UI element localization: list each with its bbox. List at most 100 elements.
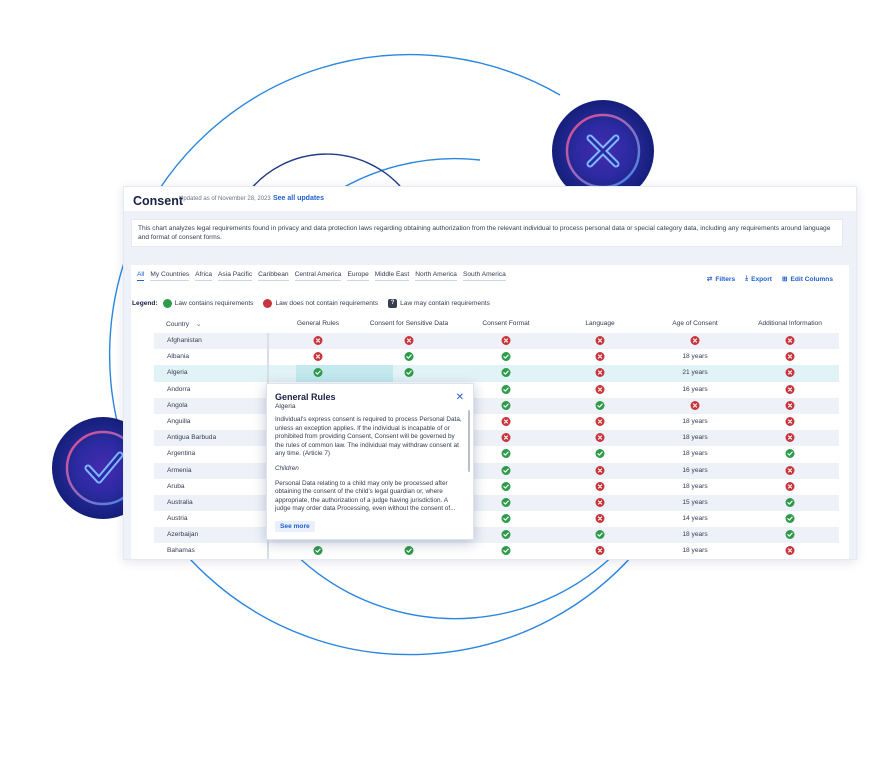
- country-name[interactable]: Angola: [167, 402, 188, 409]
- check-circle-icon[interactable]: [595, 400, 605, 410]
- tab-europe[interactable]: Europe: [347, 271, 369, 281]
- see-more-button[interactable]: See more: [275, 521, 315, 532]
- table-row[interactable]: Bahamas 18 years: [154, 543, 839, 559]
- x-circle-icon[interactable]: [595, 546, 605, 556]
- check-circle-icon[interactable]: [785, 497, 795, 507]
- x-circle-icon[interactable]: [595, 368, 605, 378]
- column-header-country[interactable]: Country ⌄: [166, 320, 201, 328]
- country-name[interactable]: Azerbaijan: [167, 531, 198, 538]
- check-circle-icon[interactable]: [501, 465, 511, 475]
- country-name[interactable]: Argentina: [167, 450, 195, 457]
- table-row[interactable]: Albania 18 years: [154, 349, 839, 365]
- check-circle-icon[interactable]: [313, 368, 323, 378]
- country-name[interactable]: Aruba: [167, 483, 185, 490]
- x-circle-icon[interactable]: [785, 465, 795, 475]
- country-name[interactable]: Algeria: [167, 369, 188, 376]
- x-circle-icon[interactable]: [404, 336, 414, 345]
- check-circle-icon[interactable]: [501, 514, 511, 524]
- tab-asia-pacific[interactable]: Asia Pacific: [218, 271, 253, 281]
- check-circle-icon[interactable]: [501, 546, 511, 556]
- x-circle-icon[interactable]: [501, 336, 511, 345]
- check-circle-icon[interactable]: [404, 546, 414, 556]
- x-circle-icon[interactable]: [785, 368, 795, 378]
- check-circle-icon[interactable]: [501, 497, 511, 507]
- x-circle-icon[interactable]: [595, 514, 605, 524]
- table-row[interactable]: Aruba 18 years: [154, 479, 839, 495]
- check-circle-icon[interactable]: [404, 368, 414, 378]
- check-circle-icon[interactable]: [501, 368, 511, 378]
- x-circle-icon[interactable]: [690, 336, 700, 345]
- x-circle-icon[interactable]: [595, 352, 605, 362]
- check-circle-icon[interactable]: [501, 530, 511, 540]
- age-value: 21 years: [682, 369, 708, 377]
- check-circle-icon[interactable]: [313, 546, 323, 556]
- table-row[interactable]: Andorra 16 years: [154, 382, 839, 398]
- table-row[interactable]: Armenia 16 years: [154, 462, 839, 479]
- x-circle-icon[interactable]: [313, 336, 323, 345]
- x-circle-icon[interactable]: [501, 416, 511, 426]
- country-name[interactable]: Anguilla: [167, 418, 190, 425]
- tab-all[interactable]: All: [137, 271, 145, 281]
- table-row[interactable]: Angola: [154, 397, 839, 414]
- tab-middle-east[interactable]: Middle East: [374, 271, 410, 281]
- x-circle-icon[interactable]: [595, 497, 605, 507]
- check-circle-icon[interactable]: [785, 514, 795, 524]
- tab-north-america[interactable]: North America: [415, 271, 457, 281]
- x-circle-icon[interactable]: [595, 465, 605, 475]
- table-row[interactable]: Algeria 21 years: [154, 365, 839, 382]
- x-circle-icon[interactable]: [785, 416, 795, 426]
- x-circle-icon[interactable]: [501, 433, 511, 443]
- x-circle-icon[interactable]: [785, 352, 795, 362]
- country-name[interactable]: Australia: [167, 499, 193, 506]
- country-name[interactable]: Andorra: [167, 386, 190, 393]
- check-circle-icon[interactable]: [595, 530, 605, 540]
- close-icon[interactable]: ✕: [456, 392, 464, 403]
- x-circle-icon[interactable]: [313, 352, 323, 362]
- check-circle-icon[interactable]: [595, 449, 605, 459]
- x-circle-icon[interactable]: [785, 400, 795, 410]
- check-circle-icon[interactable]: [501, 481, 511, 491]
- edit-columns-button[interactable]: ⊞ Edit Columns: [782, 275, 833, 284]
- table-row[interactable]: Antigua Barbuda 18 years: [154, 430, 839, 447]
- popover-scrollbar[interactable]: [468, 410, 470, 472]
- check-circle-icon[interactable]: [785, 449, 795, 459]
- country-name[interactable]: Afghanistan: [167, 337, 202, 344]
- tab-south-america[interactable]: South America: [462, 271, 506, 281]
- tab-central-america[interactable]: Central America: [294, 271, 342, 281]
- table-row[interactable]: Australia 15 years: [154, 494, 839, 512]
- table-row[interactable]: Anguilla 18 years: [154, 414, 839, 430]
- check-circle-icon[interactable]: [501, 400, 511, 410]
- country-name[interactable]: Bahamas: [167, 547, 195, 554]
- check-circle-icon[interactable]: [501, 449, 511, 459]
- x-circle-icon[interactable]: [595, 433, 605, 443]
- see-all-updates-link[interactable]: See all updates: [273, 195, 324, 202]
- x-circle-icon[interactable]: [595, 336, 605, 345]
- table-row[interactable]: Argentina 18 years: [154, 446, 839, 462]
- tab-caribbean[interactable]: Caribbean: [258, 271, 289, 281]
- x-circle-icon[interactable]: [785, 433, 795, 443]
- table-row[interactable]: Afghanistan: [154, 333, 839, 350]
- table-row[interactable]: Austria 14 years: [154, 511, 839, 527]
- country-name[interactable]: Antigua Barbuda: [167, 434, 216, 441]
- x-circle-icon[interactable]: [595, 416, 605, 426]
- country-name[interactable]: Armenia: [167, 467, 192, 474]
- check-circle-icon[interactable]: [501, 352, 511, 362]
- country-name[interactable]: Albania: [167, 353, 189, 360]
- check-circle-icon[interactable]: [785, 530, 795, 540]
- tab-africa[interactable]: Africa: [195, 271, 213, 281]
- tab-my-countries[interactable]: My Countries: [150, 271, 190, 281]
- x-circle-icon[interactable]: [785, 546, 795, 556]
- country-name[interactable]: Austria: [167, 515, 188, 522]
- selected-cell[interactable]: [296, 365, 393, 382]
- x-circle-icon[interactable]: [785, 336, 795, 345]
- x-circle-icon[interactable]: [690, 400, 700, 410]
- x-circle-icon[interactable]: [785, 481, 795, 491]
- export-button[interactable]: ⤓ Export: [745, 275, 772, 283]
- x-circle-icon[interactable]: [595, 481, 605, 491]
- check-circle-icon[interactable]: [501, 384, 511, 394]
- x-circle-icon[interactable]: [595, 384, 605, 394]
- x-circle-icon[interactable]: [785, 384, 795, 394]
- check-circle-icon[interactable]: [404, 352, 414, 362]
- table-row[interactable]: Azerbaijan 18 years: [154, 527, 839, 544]
- filters-button[interactable]: ⇄ Filters: [707, 275, 735, 284]
